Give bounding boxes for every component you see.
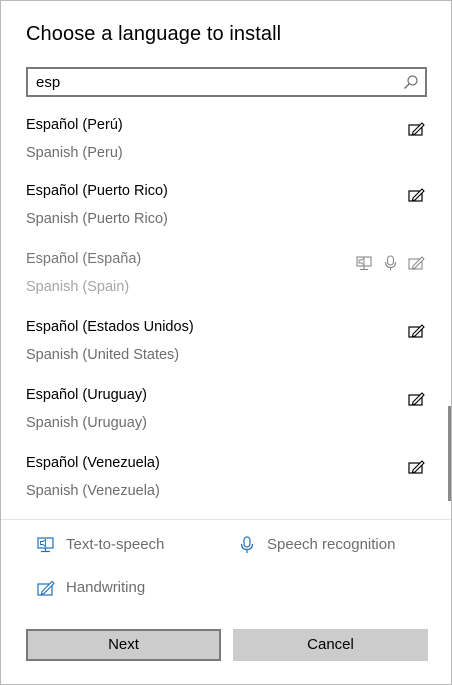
language-native-name: Español (Uruguay)	[26, 387, 147, 403]
dialog-title: Choose a language to install	[26, 23, 282, 45]
language-item[interactable]: Español (Perú) Spanish (Peru)	[1, 117, 441, 185]
language-item[interactable]: Español (Uruguay) Spanish (Uruguay)	[1, 387, 441, 455]
cancel-button[interactable]: Cancel	[233, 629, 428, 661]
language-native-name: Español (España)	[26, 251, 142, 267]
legend-text-to-speech-label: Text-to-speech	[66, 536, 165, 553]
handwriting-icon	[408, 460, 425, 474]
legend-speech-recognition-label: Speech recognition	[267, 536, 396, 553]
language-list[interactable]: Español (Perú) Spanish (Peru) Español (P…	[1, 105, 451, 519]
language-english-name: Spanish (Venezuela)	[26, 483, 160, 499]
legend-handwriting-label: Handwriting	[66, 579, 146, 596]
language-item[interactable]: Español (Puerto Rico) Spanish (Puerto Ri…	[1, 183, 441, 251]
language-item[interactable]: Español (Estados Unidos) Spanish (United…	[1, 319, 441, 387]
search-input[interactable]	[36, 72, 396, 92]
language-english-name: Spanish (Puerto Rico)	[26, 211, 168, 227]
language-features	[356, 254, 425, 272]
handwriting-icon	[37, 580, 55, 596]
language-features	[408, 458, 425, 476]
language-native-name: Español (Estados Unidos)	[26, 319, 194, 335]
language-native-name: Español (Puerto Rico)	[26, 183, 168, 199]
language-item[interactable]: Español (Venezuela) Spanish (Venezuela)	[1, 455, 441, 519]
language-native-name: Español (Venezuela)	[26, 455, 160, 471]
language-english-name: Spanish (Uruguay)	[26, 415, 147, 431]
language-install-dialog: Choose a language to install Español (Pe…	[0, 0, 452, 685]
text-to-speech-icon	[356, 256, 372, 271]
language-english-name: Spanish (United States)	[26, 347, 180, 363]
list-scrollbar-thumb[interactable]	[448, 406, 451, 501]
handwriting-icon	[408, 188, 425, 202]
language-item: Español (España) Spanish (Spain)	[1, 251, 441, 319]
language-english-name: Spanish (Spain)	[26, 279, 130, 295]
language-features	[408, 120, 425, 138]
text-to-speech-icon	[37, 537, 54, 553]
search-box[interactable]	[26, 67, 427, 97]
language-features	[408, 186, 425, 204]
handwriting-icon	[408, 324, 425, 338]
language-features	[408, 322, 425, 340]
next-button[interactable]: Next	[26, 629, 221, 661]
speech-recognition-icon	[240, 536, 254, 553]
handwriting-icon	[408, 256, 425, 270]
search-icon[interactable]	[403, 74, 419, 90]
handwriting-icon	[408, 392, 425, 406]
handwriting-icon	[408, 122, 425, 136]
language-english-name: Spanish (Peru)	[26, 145, 123, 161]
speech-recognition-icon	[384, 255, 397, 271]
legend-divider	[1, 519, 451, 520]
language-features	[408, 390, 425, 408]
language-native-name: Español (Perú)	[26, 117, 123, 133]
